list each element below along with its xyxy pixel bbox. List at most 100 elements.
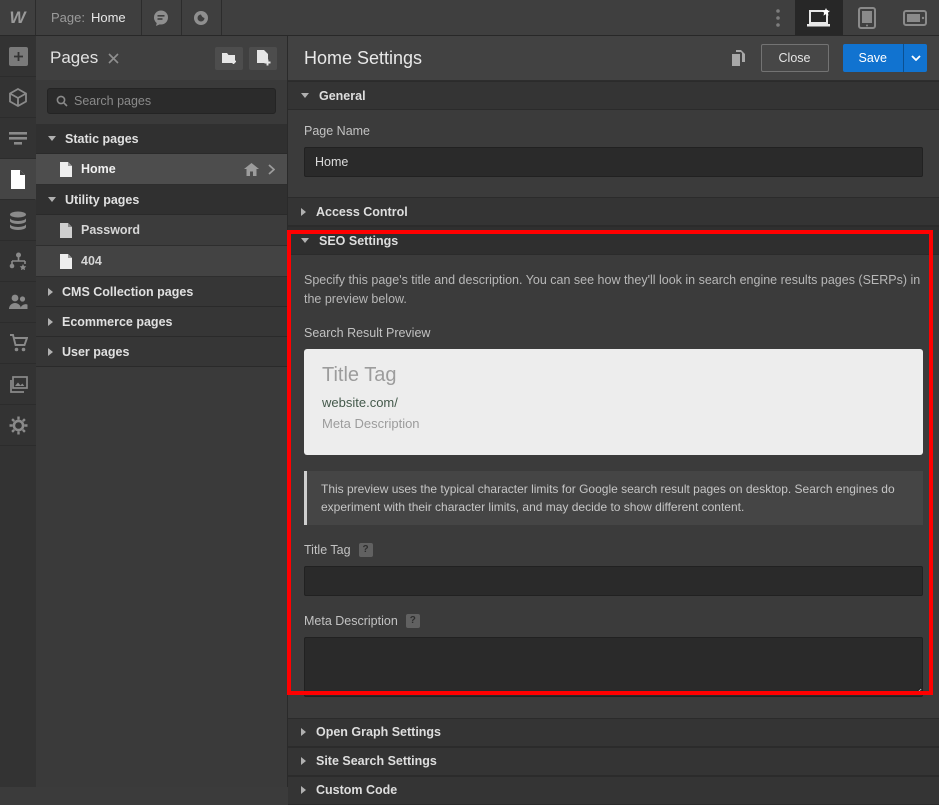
cms-button[interactable] [0,200,36,241]
search-input[interactable] [74,94,267,108]
general-body: Page Name [288,110,939,197]
seo-description: Specify this page's title and descriptio… [304,271,923,310]
page-label: Password [81,223,140,237]
desktop-star-icon [806,8,832,28]
page-value: Home [91,10,126,25]
help-icon[interactable]: ? [406,614,420,628]
flow-icon [9,252,28,270]
section-ecommerce-pages[interactable]: Ecommerce pages [36,307,287,337]
pages-panel-header: Pages [36,36,287,80]
assets-icon [9,376,28,393]
meta-description-input[interactable] [304,637,923,697]
page-icon [60,162,72,177]
section-label: Site Search Settings [316,754,437,768]
help-icon[interactable]: ? [359,543,373,557]
topbar-right-group [761,0,939,35]
close-button[interactable]: Close [761,44,829,72]
caret-down-icon [48,136,56,141]
section-custom-code[interactable]: Custom Code [288,776,939,805]
settings-button[interactable] [0,405,36,446]
page-label: 404 [81,254,102,268]
search-result-preview-label: Search Result Preview [304,326,923,340]
ecommerce-button[interactable] [0,323,36,364]
pages-header-actions [215,47,277,70]
comments-button[interactable] [142,0,182,35]
pages-search-wrap [36,80,287,124]
section-static-pages[interactable]: Static pages [36,124,287,154]
section-label: Open Graph Settings [316,725,441,739]
users-button[interactable] [0,282,36,323]
pages-panel-title: Pages [50,48,98,68]
preview-button[interactable] [182,0,222,35]
save-dropdown-button[interactable] [903,44,927,72]
cube-icon [9,88,27,107]
page-name-input[interactable] [304,147,923,177]
section-label: Utility pages [65,193,139,207]
caret-down-icon [301,93,309,98]
gear-icon [9,416,28,435]
cart-icon [9,334,28,352]
webflow-logo-glyph: W [9,8,25,28]
save-button[interactable]: Save [843,44,904,72]
section-label: User pages [62,345,129,359]
phone-landscape-icon [903,10,927,26]
page-label: Page: [51,10,85,25]
serp-description: Meta Description [322,416,905,431]
add-elements-button[interactable] [0,36,36,77]
page-row-home[interactable]: Home [36,154,287,185]
chevron-down-icon [911,55,921,61]
add-page-button[interactable] [249,47,277,70]
page-icon [60,223,72,238]
add-folder-button[interactable] [215,47,243,70]
caret-right-icon [48,318,53,326]
caret-down-icon [301,238,309,243]
settings-title: Home Settings [304,48,422,69]
section-label: Access Control [316,205,408,219]
phone-preview-button[interactable] [891,0,939,35]
duplicate-icon [731,49,747,67]
section-label: Static pages [65,132,139,146]
open-settings-chevron[interactable] [268,164,275,175]
more-menu-button[interactable] [761,0,795,35]
title-tag-input[interactable] [304,566,923,596]
caret-down-icon [48,197,56,202]
current-page-indicator[interactable]: Page: Home [36,0,142,35]
section-seo-settings[interactable]: SEO Settings [288,226,939,255]
users-icon [8,294,28,310]
assets-button[interactable] [0,364,36,405]
section-cms-collection-pages[interactable]: CMS Collection pages [36,277,287,307]
page-row-404[interactable]: 404 [36,246,287,277]
home-icon [244,163,259,176]
webflow-logo[interactable]: W [0,0,36,35]
section-label: Ecommerce pages [62,315,172,329]
logic-button[interactable] [0,241,36,282]
close-pages-panel-button[interactable] [108,53,119,64]
title-tag-label-text: Title Tag [304,543,351,557]
desktop-preview-button[interactable] [795,0,843,35]
section-general[interactable]: General [288,81,939,110]
page-name-label: Page Name [304,124,923,138]
preview-note: This preview uses the typical character … [304,471,923,525]
section-site-search[interactable]: Site Search Settings [288,747,939,776]
meta-description-label: Meta Description ? [304,614,923,628]
duplicate-page-button[interactable] [731,49,747,67]
meta-description-label-text: Meta Description [304,614,398,628]
navigator-button[interactable] [0,118,36,159]
section-label: Custom Code [316,783,397,797]
section-access-control[interactable]: Access Control [288,197,939,226]
section-utility-pages[interactable]: Utility pages [36,185,287,215]
caret-right-icon [301,208,306,216]
folder-plus-icon [221,51,238,65]
tablet-preview-button[interactable] [843,0,891,35]
section-user-pages[interactable]: User pages [36,337,287,367]
components-button[interactable] [0,77,36,118]
page-row-password[interactable]: Password [36,215,287,246]
section-label: CMS Collection pages [62,285,193,299]
top-bar: W Page: Home [0,0,939,36]
section-open-graph[interactable]: Open Graph Settings [288,718,939,747]
pages-panel-button[interactable] [0,159,36,200]
serp-url: website.com/ [322,395,905,410]
page-label: Home [81,162,116,176]
tablet-icon [857,7,877,29]
eye-icon [192,9,210,27]
